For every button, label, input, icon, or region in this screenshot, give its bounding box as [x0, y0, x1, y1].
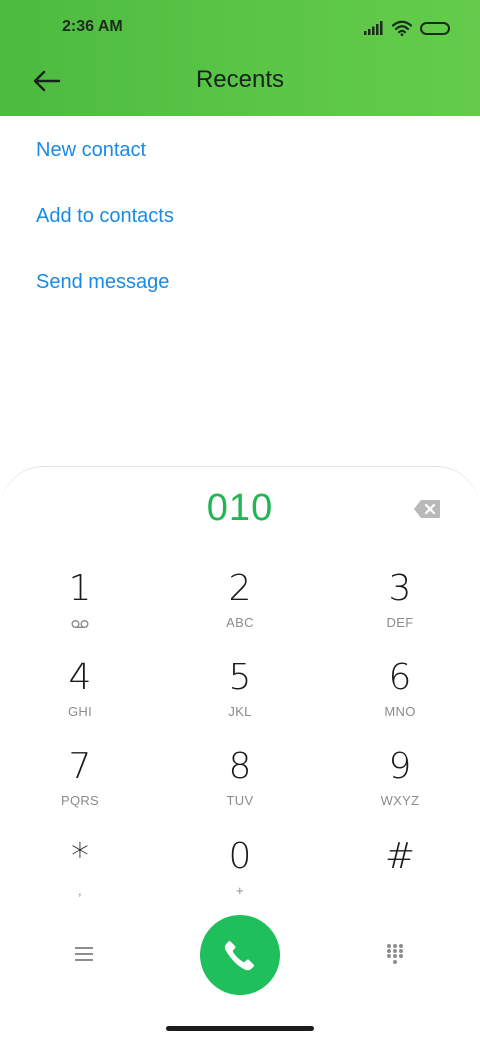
send-message-link[interactable]: Send message	[36, 268, 174, 334]
key-digit: 7	[68, 746, 92, 787]
key-letters: MNO	[384, 704, 416, 719]
dialed-number: 010	[206, 487, 274, 529]
key-digit: *	[71, 836, 89, 877]
key-digit: 4	[68, 657, 92, 698]
key-letters: ,	[78, 883, 82, 898]
key-0[interactable]: 0 +	[180, 837, 300, 917]
status-time: 2:36 AM	[62, 18, 123, 35]
key-letters: TUV	[226, 793, 254, 808]
phone-icon	[224, 941, 254, 971]
dialer-actions	[0, 915, 480, 995]
key-letters: JKL	[228, 704, 252, 719]
status-bar: 2:36 AM	[0, 0, 480, 56]
key-digit: 3	[388, 568, 412, 609]
add-to-contacts-link[interactable]: Add to contacts	[36, 202, 174, 268]
voicemail-icon	[71, 620, 89, 628]
call-button[interactable]	[200, 915, 280, 995]
keypad-icon[interactable]	[386, 943, 404, 965]
key-2[interactable]: 2 ABC	[180, 569, 300, 649]
key-letters: ABC	[226, 615, 254, 630]
battery-icon	[420, 21, 450, 35]
key-digit: #	[384, 836, 416, 877]
key-7[interactable]: 7 PQRS	[20, 747, 140, 827]
app-header: 2:36 AM Recents	[0, 0, 480, 116]
key-digit: 2	[228, 568, 252, 609]
key-3[interactable]: 3 DEF	[340, 569, 460, 649]
key-letters: PQRS	[60, 793, 100, 808]
key-letters: GHI	[67, 704, 92, 719]
dialer-panel: 010 1 2 ABC 3 DEF 4 GHI 5 JKL 6 MNO 7 PQ…	[0, 466, 480, 1040]
new-contact-link[interactable]: New contact	[36, 136, 174, 202]
backspace-icon[interactable]	[413, 499, 441, 519]
key-digit: 5	[228, 657, 252, 698]
key-5[interactable]: 5 JKL	[180, 658, 300, 738]
action-list: New contact Add to contacts Send message	[36, 136, 174, 334]
menu-icon[interactable]	[74, 945, 94, 963]
key-digit: 1	[68, 568, 92, 609]
signal-icon	[364, 21, 383, 35]
key-digit: 9	[388, 746, 412, 787]
key-4[interactable]: 4 GHI	[20, 658, 140, 738]
key-hash[interactable]: #	[340, 837, 460, 917]
key-digit: 6	[388, 657, 412, 698]
page-title: Recents	[195, 66, 285, 93]
home-indicator[interactable]	[166, 1026, 314, 1031]
key-1[interactable]: 1	[20, 569, 140, 649]
key-digit: 8	[228, 746, 252, 787]
key-8[interactable]: 8 TUV	[180, 747, 300, 827]
key-9[interactable]: 9 WXYZ	[340, 747, 460, 827]
key-letters: DEF	[386, 615, 414, 630]
key-star[interactable]: * ,	[20, 837, 140, 917]
wifi-icon	[392, 20, 412, 36]
key-letters: +	[236, 883, 244, 898]
key-digit: 0	[228, 836, 252, 877]
key-6[interactable]: 6 MNO	[340, 658, 460, 738]
status-icons	[364, 18, 450, 38]
key-letters: WXYZ	[380, 793, 420, 808]
